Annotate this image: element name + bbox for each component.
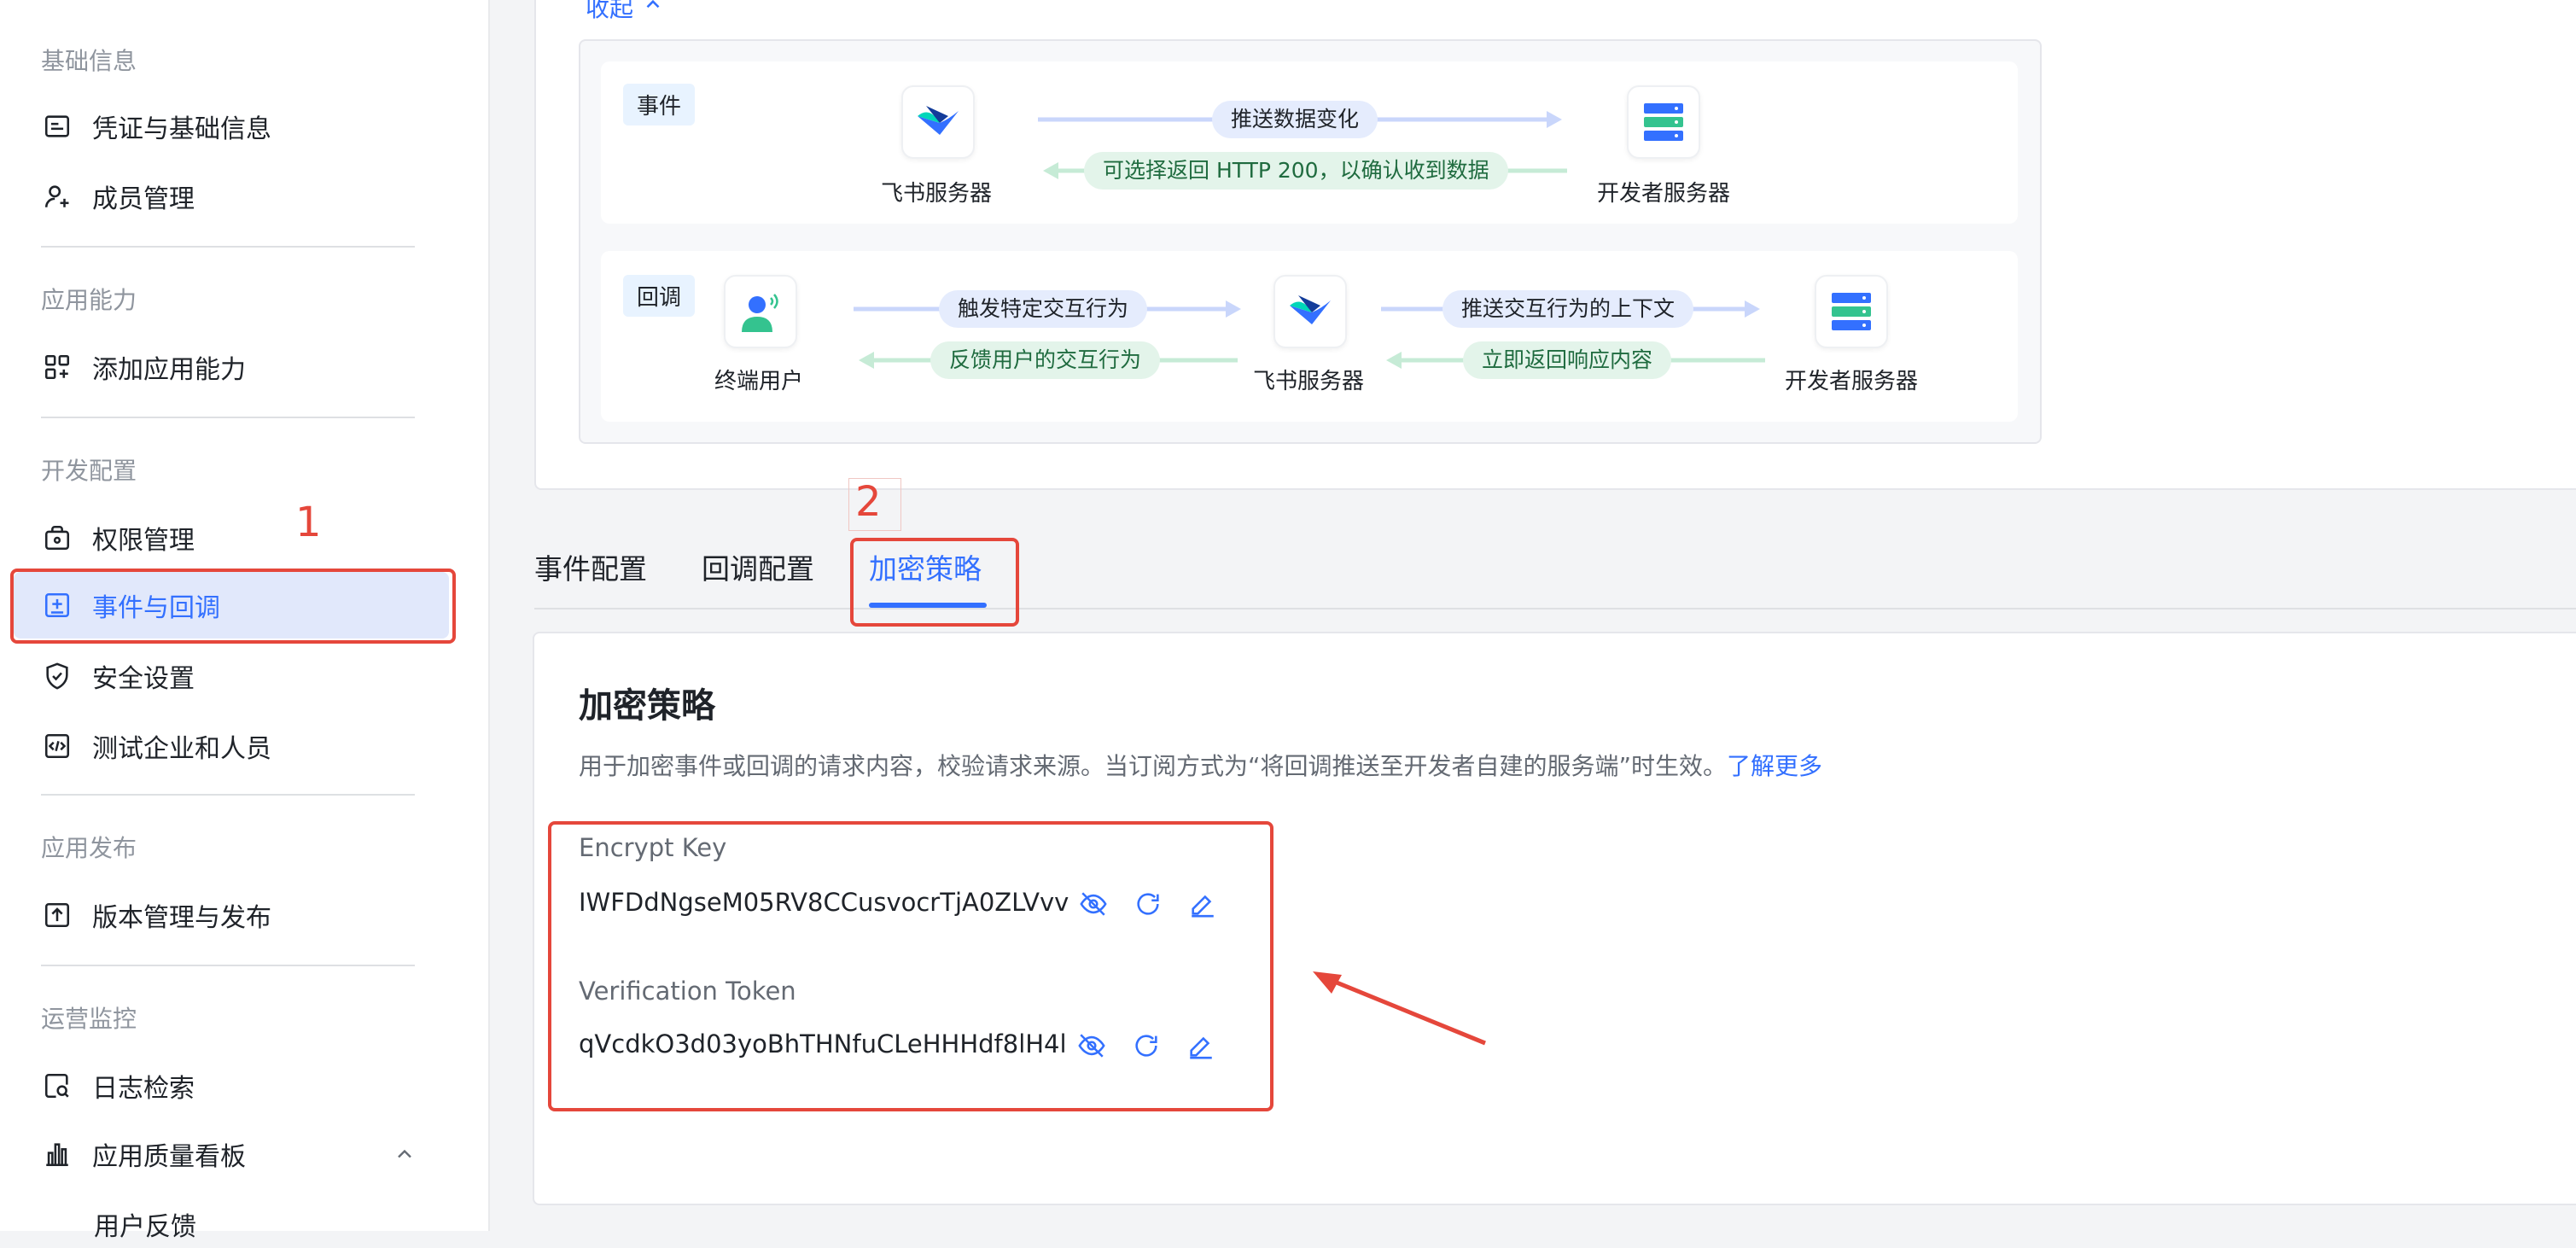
event-badge: 事件 [623,84,696,125]
node-label: 开发者服务器 [1784,369,1918,394]
sidebar-item-label: 安全设置 [92,664,195,694]
code-icon [41,730,73,762]
section-title-capability: 应用能力 [41,286,137,314]
annotation-box-sidebar [10,569,456,644]
feishu-server-node [901,85,975,159]
section-description: 用于加密事件或回调的请求内容，校验请求来源。当订阅方式为“将回调推送至开发者自建… [579,748,1822,782]
sidebar-item-add-capability[interactable]: 添加应用能力 [41,343,417,391]
collapse-link[interactable]: 收起 [586,0,664,24]
log-search-icon [41,1070,73,1102]
section-title-dev-config: 开发配置 [41,457,137,485]
section-title-ops: 运营监控 [41,1005,137,1033]
tab-event-config[interactable]: 事件配置 [534,546,647,587]
collapse-label: 收起 [586,0,634,22]
annotation-arrow-icon [1313,971,1486,1046]
learn-more-link[interactable]: 了解更多 [1727,752,1822,780]
section-title-release: 应用发布 [41,834,137,862]
tab-bar-divider [534,608,2576,609]
tab-callback-config[interactable]: 回调配置 [702,546,814,587]
sidebar-item-versions[interactable]: 版本管理与发布 [41,891,417,939]
sidebar-item-label: 日志检索 [92,1074,195,1104]
permission-icon [41,522,73,554]
sidebar-divider [41,965,415,966]
server-icon [1832,293,1871,330]
node-label: 飞书服务器 [1253,369,1365,394]
feishu-logo-icon [918,106,959,135]
user-add-icon [41,180,73,213]
apps-add-icon [41,351,73,383]
developer-server-node [1627,85,1700,159]
node-label: 飞书服务器 [881,181,993,207]
sidebar-item-test-org[interactable]: 测试企业和人员 [41,722,417,770]
annotation-number-1: 1 [295,499,322,546]
annotation-box-tab [850,538,1019,627]
sidebar-item-label: 添加应用能力 [92,355,246,385]
description-text: 用于加密事件或回调的请求内容，校验请求来源。当订阅方式为“将回调推送至开发者自建… [579,752,1728,780]
sidebar-item-permissions[interactable]: 权限管理 [41,514,417,562]
developer-server-node [1815,275,1888,348]
sidebar-item-log-search[interactable]: 日志检索 [41,1062,417,1110]
shield-icon [41,660,73,692]
credential-icon [41,110,73,143]
arrow-label: 触发特定交互行为 [939,290,1148,328]
annotation-number-2: 2 [855,478,882,526]
sidebar-item-credentials[interactable]: 凭证与基础信息 [41,102,417,150]
upload-icon [41,899,73,931]
arrow-label: 推送数据变化 [1212,101,1378,138]
bar-chart-icon [41,1138,73,1170]
sidebar-divider [41,417,415,418]
sidebar-item-label: 权限管理 [92,526,195,556]
sidebar-item-label: 用户反馈 [94,1212,196,1242]
node-label: 终端用户 [714,369,803,394]
chevron-up-icon[interactable] [393,1142,417,1169]
sidebar: 基础信息 凭证与基础信息 成员管理 应用能力 添加应用能力 开发配置 权限管理 … [0,0,490,1242]
sidebar-item-label: 应用质量看板 [92,1142,246,1172]
feishu-server-node [1273,275,1347,348]
arrow-label: 反馈用户的交互行为 [930,341,1161,379]
arrow-label: 推送交互行为的上下文 [1442,290,1694,328]
callback-badge: 回调 [623,275,696,317]
arrow-label: 可选择返回 HTTP 200，以确认收到数据 [1084,152,1508,190]
sidebar-item-feedback[interactable]: 用户反馈 [94,1200,469,1248]
node-label: 开发者服务器 [1596,181,1730,207]
sidebar-item-label: 版本管理与发布 [92,903,271,933]
sidebar-item-label: 成员管理 [92,184,195,214]
annotation-box-credentials [548,821,1273,1111]
server-icon [1644,103,1683,141]
sidebar-item-members[interactable]: 成员管理 [41,172,417,220]
sidebar-item-label: 凭证与基础信息 [92,114,271,144]
section-title: 加密策略 [579,686,715,726]
user-icon [742,294,778,332]
chevron-up-icon [642,0,664,21]
end-user-node [724,275,797,348]
sidebar-divider [41,246,415,248]
feishu-logo-icon [1290,295,1331,324]
sidebar-item-quality-board[interactable]: 应用质量看板 [41,1130,417,1178]
section-title-basic: 基础信息 [41,47,137,75]
sidebar-item-security[interactable]: 安全设置 [41,652,417,700]
arrow-label: 立即返回响应内容 [1463,341,1672,379]
sidebar-item-label: 测试企业和人员 [92,734,271,764]
sidebar-divider [41,794,415,796]
